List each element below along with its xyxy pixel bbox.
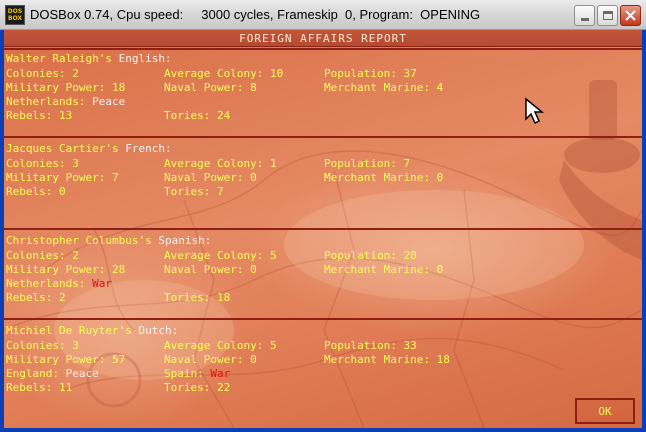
tories-stat: Tories: 24 bbox=[164, 109, 231, 122]
population-stat: Population: 37 bbox=[324, 67, 417, 80]
nation-title: Christopher Columbus's Spanish: bbox=[6, 234, 211, 247]
military-power-stat: Military Power: 7 bbox=[6, 171, 119, 184]
naval-power-stat: Naval Power: 0 bbox=[164, 263, 257, 276]
divider bbox=[4, 318, 642, 320]
nation-section-french: Jacques Cartier's French: Colonies: 3 Av… bbox=[6, 142, 642, 228]
population-stat: Population: 33 bbox=[324, 339, 417, 352]
average-colony-stat: Average Colony: 10 bbox=[164, 67, 284, 80]
tories-stat: Tories: 18 bbox=[164, 291, 231, 304]
divider bbox=[4, 48, 642, 50]
relation-stat: England: Peace bbox=[6, 367, 99, 380]
maximize-button[interactable] bbox=[597, 5, 618, 26]
report-header-bar: FOREIGN AFFAIRS REPORT bbox=[4, 30, 642, 47]
nation-section-english: Walter Raleigh's English: Colonies: 2 Av… bbox=[6, 52, 642, 138]
nationality: English: bbox=[118, 52, 172, 65]
nation-title: Walter Raleigh's English: bbox=[6, 52, 172, 65]
merchant-marine-stat: Merchant Marine: 0 bbox=[324, 171, 444, 184]
title-bar[interactable]: DOS BOX DOSBox 0.74, Cpu speed: 3000 cyc… bbox=[0, 0, 646, 30]
close-button[interactable] bbox=[620, 5, 641, 26]
nation-title: Jacques Cartier's French: bbox=[6, 142, 172, 155]
military-power-stat: Military Power: 57 bbox=[6, 353, 126, 366]
app-icon-text-top: DOS bbox=[7, 8, 23, 15]
window-title: DOSBox 0.74, Cpu speed: 3000 cycles, Fra… bbox=[30, 7, 481, 22]
relation-stat: Spain: War bbox=[164, 367, 231, 380]
military-power-stat: Military Power: 18 bbox=[6, 81, 126, 94]
divider bbox=[4, 136, 642, 138]
tories-stat: Tories: 7 bbox=[164, 185, 224, 198]
merchant-marine-stat: Merchant Marine: 18 bbox=[324, 353, 450, 366]
average-colony-stat: Average Colony: 1 bbox=[164, 157, 277, 170]
average-colony-stat: Average Colony: 5 bbox=[164, 339, 277, 352]
relation-status-war: War bbox=[210, 367, 231, 380]
colonies-stat: Colonies: 3 bbox=[6, 157, 79, 170]
close-icon bbox=[625, 10, 636, 21]
average-colony-stat: Average Colony: 5 bbox=[164, 249, 277, 262]
dosbox-app-icon[interactable]: DOS BOX bbox=[5, 5, 25, 25]
mouse-pointer-icon bbox=[525, 97, 545, 125]
minimize-icon bbox=[580, 18, 589, 21]
naval-power-stat: Naval Power: 0 bbox=[164, 171, 257, 184]
ok-button[interactable]: OK bbox=[575, 398, 635, 424]
nation-section-dutch: Michiel De Ruyter's Dutch: Colonies: 3 A… bbox=[6, 324, 642, 410]
leader-name: Michiel De Ruyter's bbox=[6, 324, 132, 337]
app-icon-text-bottom: BOX bbox=[7, 15, 23, 22]
merchant-marine-stat: Merchant Marine: 0 bbox=[324, 263, 444, 276]
maximize-icon bbox=[602, 11, 613, 20]
relation-status-peace: Peace bbox=[65, 367, 99, 380]
relation-stat: Netherlands: Peace bbox=[6, 95, 126, 108]
leader-name: Walter Raleigh's bbox=[6, 52, 112, 65]
population-stat: Population: 20 bbox=[324, 249, 417, 262]
relation-stat: Netherlands: War bbox=[6, 277, 112, 290]
game-screen[interactable]: FOREIGN AFFAIRS REPORT Walter Raleigh's … bbox=[4, 30, 642, 428]
tories-stat: Tories: 22 bbox=[164, 381, 231, 394]
merchant-marine-stat: Merchant Marine: 4 bbox=[324, 81, 444, 94]
population-stat: Population: 7 bbox=[324, 157, 411, 170]
leader-name: Christopher Columbus's bbox=[6, 234, 152, 247]
rebels-stat: Rebels: 2 bbox=[6, 291, 66, 304]
minimize-button[interactable] bbox=[574, 5, 595, 26]
colonies-stat: Colonies: 3 bbox=[6, 339, 79, 352]
rebels-stat: Rebels: 11 bbox=[6, 381, 73, 394]
nationality: French: bbox=[125, 142, 172, 155]
dosbox-window: DOS BOX DOSBox 0.74, Cpu speed: 3000 cyc… bbox=[0, 0, 646, 432]
colonies-stat: Colonies: 2 bbox=[6, 249, 79, 262]
naval-power-stat: Naval Power: 8 bbox=[164, 81, 257, 94]
relation-status-peace: Peace bbox=[92, 95, 126, 108]
relation-status-war: War bbox=[92, 277, 112, 290]
nationality: Dutch: bbox=[138, 324, 179, 337]
military-power-stat: Military Power: 28 bbox=[6, 263, 126, 276]
report-title: FOREIGN AFFAIRS REPORT bbox=[239, 32, 407, 45]
leader-name: Jacques Cartier's bbox=[6, 142, 119, 155]
divider bbox=[4, 228, 642, 230]
nation-title: Michiel De Ruyter's Dutch: bbox=[6, 324, 178, 337]
naval-power-stat: Naval Power: 0 bbox=[164, 353, 257, 366]
nation-section-spanish: Christopher Columbus's Spanish: Colonies… bbox=[6, 234, 642, 320]
rebels-stat: Rebels: 0 bbox=[6, 185, 66, 198]
rebels-stat: Rebels: 13 bbox=[6, 109, 73, 122]
nationality: Spanish: bbox=[158, 234, 212, 247]
colonies-stat: Colonies: 2 bbox=[6, 67, 79, 80]
